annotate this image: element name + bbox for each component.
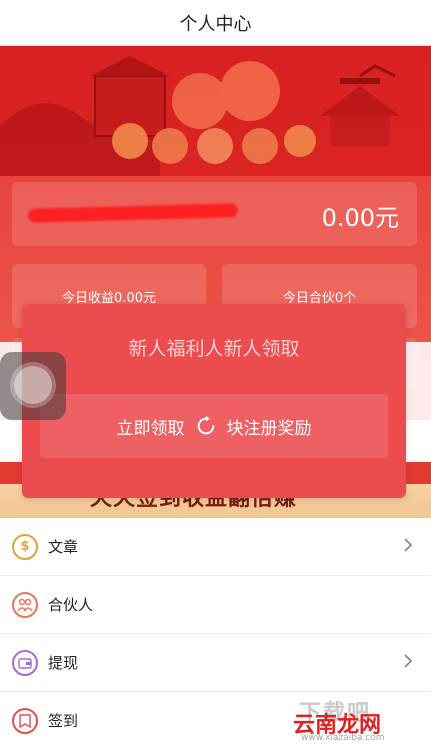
- partners-icon: [12, 591, 38, 618]
- loading-spinner-icon: [197, 415, 214, 435]
- top-nav-bar: 个人中心: [0, 0, 431, 46]
- chevron-right-icon: [404, 538, 413, 552]
- menu-item-label: 文章: [48, 538, 79, 556]
- today-partner-label: 今日合伙0个: [282, 290, 357, 306]
- claim-reward-button[interactable]: 立即领取 块注册奖励: [40, 394, 388, 458]
- page-title: 个人中心: [179, 13, 252, 35]
- chevron-right-icon: [404, 654, 413, 668]
- menu-item-articles[interactable]: $ 文章: [0, 518, 431, 576]
- festival-illustration: [0, 46, 431, 176]
- balance-amount: 0.00元: [321, 204, 399, 232]
- menu-item-label: 提现: [48, 654, 79, 672]
- wallet-icon: [12, 649, 38, 676]
- site-watermark: 下载吧 云南龙网 www.xiazaiba.com: [293, 701, 385, 743]
- newbie-reward-dialog: 新人福利人新人领取 立即领取 块注册奖励: [22, 304, 406, 498]
- balance-card: 0.00元: [12, 182, 417, 246]
- dialog-title: 新人福利人新人领取: [128, 338, 300, 360]
- claim-label-suffix: 块注册奖励: [226, 418, 312, 439]
- redacted-username: [27, 203, 239, 223]
- menu-item-partners[interactable]: 合伙人: [0, 576, 431, 634]
- dollar-icon: $: [12, 533, 38, 560]
- checkin-icon: [12, 707, 38, 734]
- menu-item-label: 合伙人: [48, 596, 94, 614]
- today-income-label: 今日收益0.00元: [62, 290, 156, 306]
- menu-item-withdraw[interactable]: 提现: [0, 634, 431, 692]
- claim-label: 立即领取: [116, 418, 185, 439]
- menu-item-label: 签到: [48, 712, 79, 730]
- assistive-touch-button[interactable]: [0, 352, 66, 420]
